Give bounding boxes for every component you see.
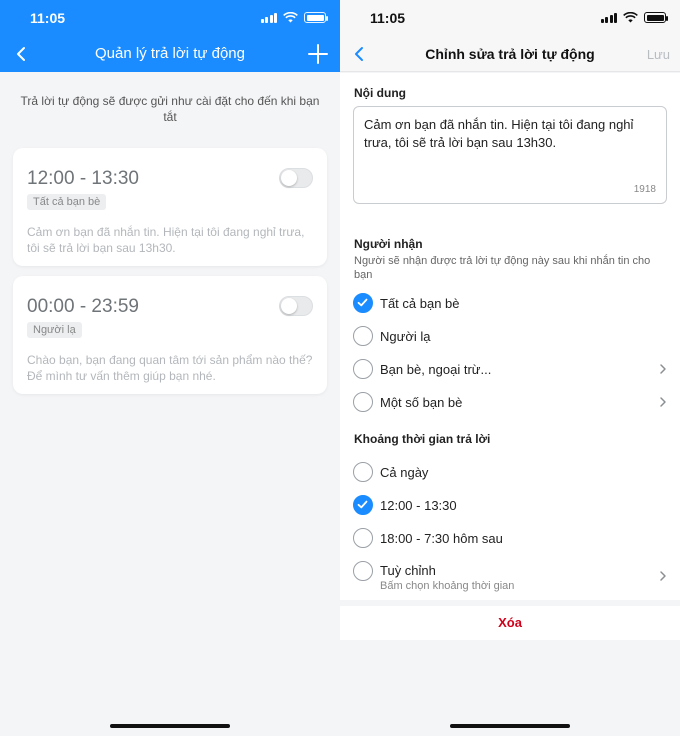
option-label: Bạn bè, ngoại trừ... — [380, 362, 492, 377]
status-bar: 11:05 — [340, 0, 680, 36]
status-bar: 11:05 — [0, 0, 340, 36]
option-label: Tuỳ chỉnh — [380, 563, 436, 578]
status-icons — [600, 12, 668, 23]
card-message: Chào bạn, bạn đang quan tâm tới sản phẩm… — [27, 353, 313, 383]
time-range-label: Khoảng thời gian trả lời — [354, 432, 491, 446]
home-indicator[interactable] — [450, 724, 570, 728]
radio-icon[interactable] — [353, 326, 373, 346]
save-button[interactable]: Lưu — [647, 47, 670, 62]
enable-toggle[interactable] — [279, 296, 313, 316]
option-label: Tất cả bạn bè — [380, 296, 460, 311]
recipient-tag: Người lạ — [27, 322, 82, 338]
card-time-range: 00:00 - 23:59 — [27, 296, 139, 317]
card-message: Cảm ơn bạn đã nhắn tin. Hiện tại tôi đan… — [27, 225, 305, 255]
battery-icon — [304, 12, 328, 23]
recipient-option-friends-except[interactable]: Bạn bè, ngoại trừ... — [352, 356, 668, 382]
recipient-hint: Người sẽ nhận được trả lời tự động này s… — [354, 255, 651, 281]
nav-bar: Quản lý trả lời tự động — [0, 36, 340, 72]
enable-toggle[interactable] — [279, 168, 313, 188]
option-label: Một số bạn bè — [380, 395, 463, 410]
card-time-range: 12:00 - 13:30 — [27, 168, 139, 189]
battery-icon — [644, 12, 668, 23]
edit-form: Nội dung Cảm ơn bạn đã nhắn tin. Hiện tạ… — [340, 73, 680, 600]
option-label: Cả ngày — [380, 465, 429, 480]
wifi-icon — [283, 12, 298, 23]
add-icon[interactable] — [306, 42, 330, 66]
toggle-knob — [281, 170, 297, 186]
wifi-icon — [623, 12, 638, 23]
chevron-right-icon — [660, 571, 666, 581]
option-label: Người lạ — [380, 329, 431, 344]
info-hint: Trả lời tự động sẽ được gửi như cài đặt … — [20, 94, 320, 124]
auto-reply-card[interactable]: 12:00 - 13:30 Tất cả bạn bè Cảm ơn bạn đ… — [13, 148, 327, 266]
toggle-knob — [281, 298, 297, 314]
chevron-right-icon — [660, 397, 666, 407]
page-title: Chỉnh sửa trả lời tự động — [425, 46, 595, 62]
recipient-option-some-friends[interactable]: Một số bạn bè — [352, 389, 668, 415]
app-root: 11:05 Quản lý trả lời tự động Trả lời tự… — [0, 0, 680, 736]
auto-reply-list-screen: 11:05 Quản lý trả lời tự động Trả lời tự… — [0, 0, 340, 736]
time-option-overnight[interactable]: 18:00 - 7:30 hôm sau — [352, 525, 668, 551]
content-text: Cảm ơn bạn đã nhắn tin. Hiện tại tôi đan… — [364, 117, 634, 150]
edit-auto-reply-screen: 11:05 Chỉnh sửa trả lời tự động Lưu Nội … — [340, 0, 680, 736]
status-icons — [260, 12, 328, 23]
time-option-custom[interactable]: Tuỳ chỉnh Bấm chọn khoảng thời gian — [352, 558, 668, 594]
nav-bar: Chỉnh sửa trả lời tự động Lưu — [340, 36, 680, 72]
chevron-right-icon — [660, 364, 666, 374]
status-time: 11:05 — [370, 10, 406, 26]
radio-icon[interactable] — [353, 359, 373, 379]
recipient-option-strangers[interactable]: Người lạ — [352, 323, 668, 349]
auto-reply-card[interactable]: 00:00 - 23:59 Người lạ Chào bạn, bạn đan… — [13, 276, 327, 394]
cellular-signal-icon — [260, 12, 277, 23]
option-label: 18:00 - 7:30 hôm sau — [380, 531, 503, 546]
radio-icon[interactable] — [353, 561, 373, 581]
time-option-lunch[interactable]: 12:00 - 13:30 — [352, 492, 668, 518]
content-textarea[interactable]: Cảm ơn bạn đã nhắn tin. Hiện tại tôi đan… — [353, 106, 667, 204]
page-title: Quản lý trả lời tự động — [95, 45, 245, 62]
cellular-signal-icon — [600, 12, 617, 23]
radio-icon[interactable] — [353, 462, 373, 482]
radio-icon[interactable] — [353, 392, 373, 412]
home-indicator[interactable] — [110, 724, 230, 728]
radio-checked-icon[interactable] — [353, 495, 373, 515]
recipient-tag: Tất cả bạn bè — [27, 194, 107, 210]
option-label: 12:00 - 13:30 — [380, 498, 457, 513]
content-label: Nội dung — [354, 86, 406, 100]
char-counter: 1918 — [633, 184, 656, 195]
recipient-label: Người nhận — [354, 237, 423, 251]
time-option-all-day[interactable]: Cả ngày — [352, 459, 668, 485]
status-time: 11:05 — [30, 10, 66, 26]
radio-checked-icon[interactable] — [353, 293, 373, 313]
option-sublabel: Bấm chọn khoảng thời gian — [380, 580, 515, 592]
delete-button[interactable]: Xóa — [340, 615, 680, 630]
radio-icon[interactable] — [353, 528, 373, 548]
delete-row[interactable]: Xóa — [340, 606, 680, 640]
recipient-option-all-friends[interactable]: Tất cả bạn bè — [352, 290, 668, 316]
